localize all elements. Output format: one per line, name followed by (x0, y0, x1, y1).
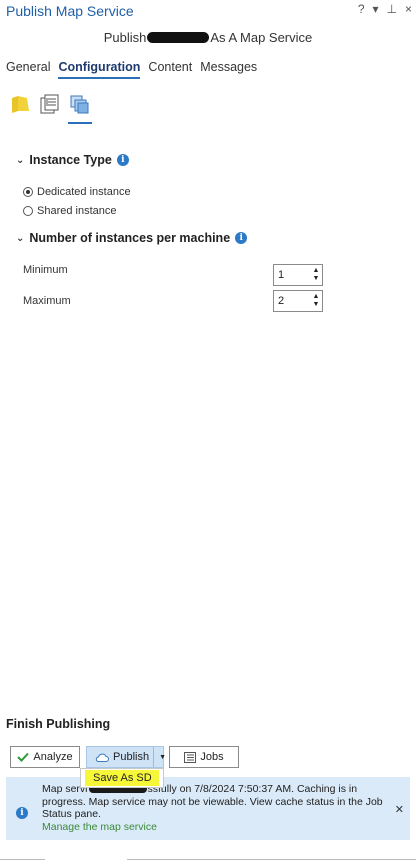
down-arrow-icon[interactable]: ▼ (313, 301, 320, 309)
manage-map-service-link[interactable]: Manage the map service (42, 821, 157, 833)
redaction-mark (147, 32, 210, 43)
options-chevron-icon[interactable]: ▾ (373, 2, 379, 16)
save-as-sd-menu-item[interactable]: Save As SD (85, 770, 159, 786)
instance-type-header[interactable]: ⌄ Instance Type i (16, 153, 129, 167)
radio-label: Shared instance (37, 205, 117, 217)
stepper-arrows[interactable]: ▲ ▼ (310, 267, 322, 283)
minimum-value[interactable]: 1 (278, 269, 284, 281)
tab-content[interactable]: Content (148, 60, 192, 79)
chevron-down-icon: ⌄ (16, 154, 25, 166)
pane-title-bar: Publish Map Service (0, 0, 416, 22)
instance-type-title: Instance Type (29, 153, 112, 167)
bottom-divider-left (0, 859, 45, 860)
publish-split-button[interactable]: Publish ▼ (86, 746, 166, 768)
minimum-label: Minimum (23, 264, 68, 276)
jobs-label: Jobs (200, 751, 224, 763)
tab-general[interactable]: General (6, 60, 50, 79)
chevron-down-icon: ⌄ (16, 232, 25, 244)
checkmark-icon (17, 752, 30, 762)
publish-dropdown-menu: Save As SD (80, 768, 164, 788)
finish-publishing-title: Finish Publishing (6, 717, 111, 731)
analyze-button[interactable]: Analyze (10, 746, 80, 768)
analyze-label: Analyze (33, 751, 73, 763)
bottom-edge (0, 859, 416, 865)
pane-title: Publish Map Service (6, 3, 134, 19)
subtab-properties[interactable] (38, 94, 62, 124)
subtab-map-folder[interactable] (8, 94, 32, 124)
heading-suffix: As A Map Service (210, 30, 313, 45)
info-icon[interactable]: i (235, 232, 248, 244)
pages-icon (70, 95, 89, 114)
jobs-list-icon (184, 751, 197, 763)
publish-label: Publish (113, 751, 150, 763)
radio-unselected-icon (23, 206, 33, 216)
close-pane-icon[interactable]: × (405, 2, 412, 16)
radio-shared-instance[interactable]: Shared instance (23, 205, 117, 217)
service-heading: Publish As A Map Service (0, 30, 416, 45)
tab-configuration[interactable]: Configuration (58, 60, 141, 79)
pin-icon[interactable]: ⊥ (387, 2, 397, 16)
maximum-value[interactable]: 2 (278, 295, 284, 307)
map-folder-icon (12, 96, 29, 113)
radio-dedicated-instance[interactable]: Dedicated instance (23, 186, 131, 198)
configuration-subtabs (8, 94, 92, 124)
info-icon: i (16, 804, 28, 819)
instances-per-machine-header[interactable]: ⌄ Number of instances per machine i (16, 231, 248, 245)
info-icon[interactable]: i (116, 154, 129, 166)
subtab-pages[interactable] (68, 94, 92, 124)
close-icon[interactable]: ✕ (395, 803, 404, 816)
maximum-label: Maximum (23, 295, 71, 307)
maximum-stepper[interactable]: 2 ▲ ▼ (273, 290, 323, 312)
minimum-stepper[interactable]: 1 ▲ ▼ (273, 264, 323, 286)
help-icon[interactable]: ? (358, 2, 365, 16)
publish-status-message: i Map servi ssfully on 7/8/2024 7:50:37 A… (6, 777, 410, 840)
publish-button[interactable]: Publish (95, 751, 149, 763)
radio-selected-icon (23, 187, 33, 197)
up-arrow-icon[interactable]: ▲ (313, 293, 320, 301)
down-arrow-icon[interactable]: ▼ (313, 275, 320, 283)
bottom-divider-right (127, 859, 416, 860)
stepper-arrows[interactable]: ▲ ▼ (310, 293, 322, 309)
radio-label: Dedicated instance (37, 186, 131, 198)
cloud-icon (95, 753, 109, 762)
pane-controls: ? ▾ ⊥ × (358, 2, 412, 16)
heading-prefix: Publish (103, 30, 147, 45)
tab-messages[interactable]: Messages (200, 60, 257, 79)
tab-bar: General Configuration Content Messages (6, 60, 257, 79)
up-arrow-icon[interactable]: ▲ (313, 267, 320, 275)
instances-per-machine-title: Number of instances per machine (29, 231, 231, 245)
message-text: Map servi ssfully on 7/8/2024 7:50:37 AM.… (42, 783, 392, 833)
properties-icon (40, 94, 59, 114)
jobs-button[interactable]: Jobs (169, 746, 239, 768)
